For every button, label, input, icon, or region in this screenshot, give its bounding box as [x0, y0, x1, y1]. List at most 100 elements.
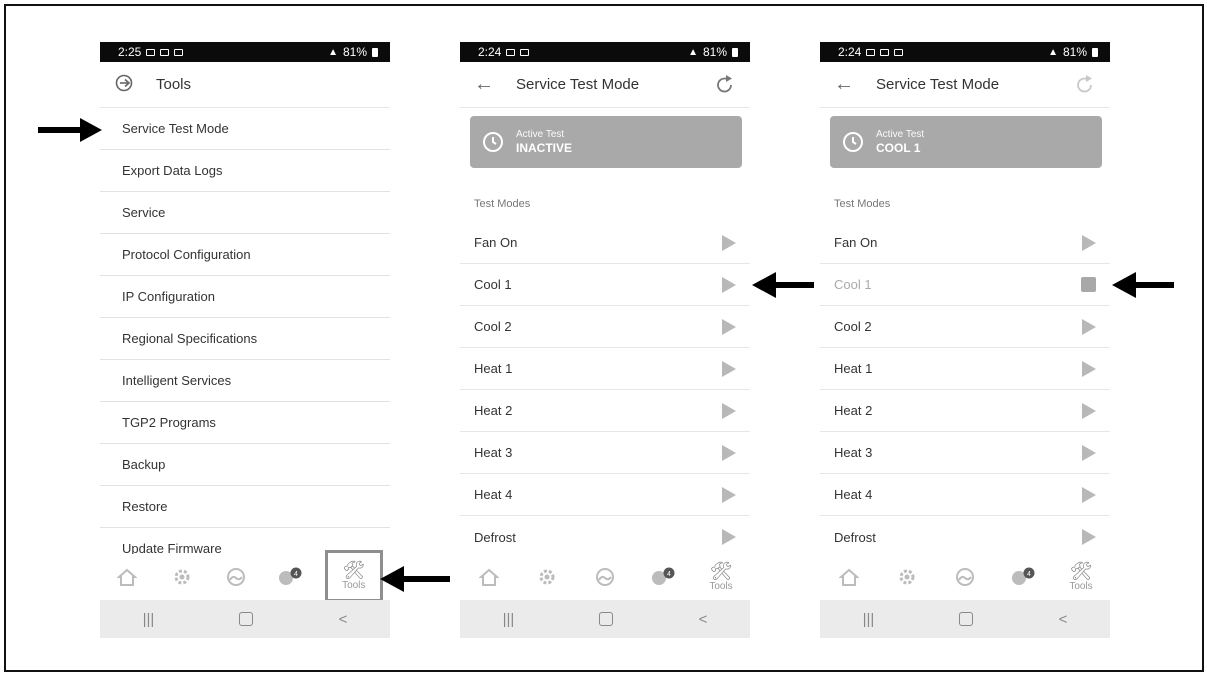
gauge-icon: [596, 568, 614, 586]
nav-tools[interactable]: 🛠 Tools: [1061, 557, 1101, 597]
play-icon[interactable]: [1082, 529, 1096, 545]
alarm-badge: 4: [1027, 571, 1031, 578]
play-icon[interactable]: [722, 529, 736, 545]
play-icon[interactable]: [722, 318, 736, 335]
play-icon[interactable]: [1082, 486, 1096, 503]
nav-tools-label: Tools: [1069, 581, 1093, 592]
test-row-heat-1[interactable]: Heat 1: [820, 348, 1110, 390]
nav-settings[interactable]: [887, 557, 927, 597]
menu-item-ip-configuration[interactable]: IP Configuration: [100, 276, 390, 318]
signal-icon: ▲: [328, 46, 338, 58]
menu-item-backup[interactable]: Backup: [100, 444, 390, 486]
notification-icon: [506, 48, 516, 56]
mail-icon: [880, 48, 890, 56]
menu-item-service[interactable]: Service: [100, 192, 390, 234]
play-icon[interactable]: [1082, 234, 1096, 251]
nav-tools[interactable]: 🛠 Tools: [324, 550, 383, 602]
nav-settings[interactable]: [162, 557, 202, 597]
home-button-icon[interactable]: [599, 612, 614, 626]
test-row-cool-2[interactable]: Cool 2: [460, 306, 750, 348]
back-icon[interactable]: <: [1059, 611, 1068, 628]
nav-alarms[interactable]: 4: [270, 557, 310, 597]
notification-icon: [146, 48, 156, 56]
play-icon[interactable]: [1082, 402, 1096, 419]
exit-icon[interactable]: [114, 73, 134, 97]
mail-icon: [160, 48, 170, 56]
test-row-defrost[interactable]: Defrost: [820, 516, 1110, 558]
nav-performance[interactable]: [216, 557, 256, 597]
refresh-icon[interactable]: [714, 74, 736, 100]
test-row-fan-on[interactable]: Fan On: [820, 222, 1110, 264]
test-row-fan-on[interactable]: Fan On: [460, 222, 750, 264]
status-time: 2:25: [118, 45, 142, 59]
nav-home[interactable]: [829, 557, 869, 597]
test-row-heat-1[interactable]: Heat 1: [460, 348, 750, 390]
phone-screen-tools: 2:25 ▲ 81% Tools Service Test Mode Expor…: [100, 42, 390, 640]
test-row-heat-2[interactable]: Heat 2: [460, 390, 750, 432]
play-icon[interactable]: [722, 444, 736, 461]
nav-home[interactable]: [107, 557, 147, 597]
nav-performance[interactable]: [945, 557, 985, 597]
refresh-icon[interactable]: [1074, 74, 1096, 100]
menu-item-service-test-mode[interactable]: Service Test Mode: [100, 108, 390, 150]
back-arrow-icon[interactable]: ←: [834, 73, 854, 96]
recents-icon[interactable]: |||: [863, 611, 875, 628]
test-row-cool-1[interactable]: Cool 1: [820, 264, 1110, 306]
signal-icon: ▲: [1048, 46, 1058, 58]
home-button-icon[interactable]: [239, 612, 254, 626]
play-icon[interactable]: [1082, 360, 1096, 377]
battery-icon: [372, 47, 378, 57]
active-test-label: Active Test: [516, 129, 565, 140]
play-icon[interactable]: [1082, 444, 1096, 461]
back-arrow-icon[interactable]: ←: [474, 73, 494, 96]
test-row-heat-3[interactable]: Heat 3: [820, 432, 1110, 474]
menu-item-protocol-configuration[interactable]: Protocol Configuration: [100, 234, 390, 276]
image-icon: [174, 48, 184, 56]
test-modes-heading: Test Modes: [474, 198, 531, 210]
test-label: Heat 4: [474, 487, 513, 502]
menu-item-regional-specifications[interactable]: Regional Specifications: [100, 318, 390, 360]
nav-alarms[interactable]: 4: [643, 557, 683, 597]
menu-item-tgp2-programs[interactable]: TGP2 Programs: [100, 402, 390, 444]
nav-alarms[interactable]: 4: [1003, 557, 1043, 597]
battery-percent: 81%: [342, 45, 367, 59]
menu-item-intelligent-services[interactable]: Intelligent Services: [100, 360, 390, 402]
alarm-clock-icon: 4: [279, 567, 302, 585]
nav-tools[interactable]: 🛠 Tools: [701, 557, 741, 597]
test-label: Defrost: [474, 529, 516, 545]
test-row-heat-3[interactable]: Heat 3: [460, 432, 750, 474]
play-icon[interactable]: [722, 486, 736, 503]
alarm-badge: 4: [667, 571, 671, 578]
test-row-heat-4[interactable]: Heat 4: [820, 474, 1110, 516]
test-row-heat-2[interactable]: Heat 2: [820, 390, 1110, 432]
test-row-cool-2[interactable]: Cool 2: [820, 306, 1110, 348]
play-icon[interactable]: [1082, 318, 1096, 335]
nav-performance[interactable]: [585, 557, 625, 597]
nav-settings[interactable]: [527, 557, 567, 597]
stop-icon[interactable]: [1081, 277, 1096, 292]
tools-menu: Service Test Mode Export Data Logs Servi…: [100, 108, 390, 570]
active-test-label: Active Test: [876, 129, 925, 140]
play-icon[interactable]: [722, 234, 736, 251]
page-title: Service Test Mode: [876, 76, 1000, 93]
play-icon[interactable]: [722, 402, 736, 419]
test-row-heat-4[interactable]: Heat 4: [460, 474, 750, 516]
recents-icon[interactable]: |||: [143, 611, 155, 628]
home-button-icon[interactable]: [959, 612, 974, 626]
nav-tools-label: Tools: [342, 580, 366, 591]
callout-arrow-left-icon: [752, 272, 814, 298]
system-nav-bar: ||| <: [820, 600, 1110, 638]
play-icon[interactable]: [722, 276, 736, 293]
home-icon: [839, 568, 859, 586]
menu-item-restore[interactable]: Restore: [100, 486, 390, 528]
recents-icon[interactable]: |||: [503, 611, 515, 628]
play-icon[interactable]: [722, 360, 736, 377]
test-row-defrost[interactable]: Defrost: [460, 516, 750, 558]
back-icon[interactable]: <: [699, 611, 708, 628]
nav-home[interactable]: [469, 557, 509, 597]
back-icon[interactable]: <: [339, 611, 348, 628]
system-nav-bar: ||| <: [100, 600, 390, 638]
menu-item-export-data-logs[interactable]: Export Data Logs: [100, 150, 390, 192]
status-bar: 2:25 ▲ 81%: [100, 42, 390, 62]
test-row-cool-1[interactable]: Cool 1: [460, 264, 750, 306]
